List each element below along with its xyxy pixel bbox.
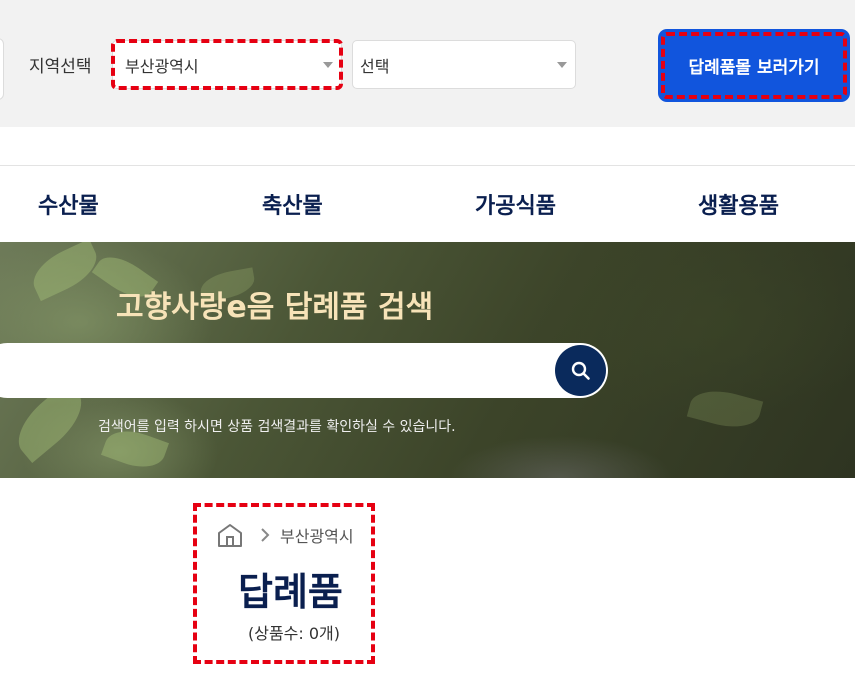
- search-button[interactable]: [555, 345, 606, 396]
- city-select[interactable]: 부산광역시: [111, 39, 343, 90]
- category-processed-food[interactable]: 가공식품: [475, 188, 556, 220]
- category-household[interactable]: 생활용품: [698, 188, 779, 220]
- breadcrumb-region[interactable]: 부산광역시: [280, 523, 354, 547]
- caret-down-icon: [557, 62, 567, 68]
- search-input[interactable]: [0, 343, 608, 398]
- region-select-bar: 지역선택 부산광역시 선택 답례품몰 보러가기: [0, 0, 855, 127]
- search-hint: 검색어를 입력 하시면 상품 검색결과를 확인하실 수 있습니다.: [98, 419, 456, 435]
- chevron-right-icon: [261, 528, 270, 542]
- district-select-value: 선택: [360, 56, 390, 76]
- region-select-label: 지역선택: [29, 57, 92, 77]
- category-livestock[interactable]: 축산물: [262, 188, 323, 220]
- district-select[interactable]: 선택: [352, 40, 576, 89]
- home-icon[interactable]: [216, 522, 244, 548]
- caret-down-icon: [323, 62, 333, 68]
- city-select-value: 부산광역시: [125, 56, 199, 76]
- leaf-decoration: [686, 383, 764, 435]
- product-count: (상품수: 0개): [248, 624, 341, 643]
- breadcrumb: 부산광역시: [216, 522, 354, 548]
- page-title: 답례품: [238, 570, 343, 614]
- left-edge-control[interactable]: [0, 38, 4, 100]
- category-seafood[interactable]: 수산물: [38, 188, 99, 220]
- category-nav: 수산물 축산물 가공식품 생활용품: [0, 165, 855, 242]
- search-hero: 고향사랑e음 답례품 검색 검색어를 입력 하시면 상품 검색결과를 확인하실 …: [0, 242, 855, 478]
- search-icon: [571, 361, 590, 380]
- goto-gift-mall-button[interactable]: 답례품몰 보러가기: [658, 29, 850, 102]
- hero-title: 고향사랑e음 답례품 검색: [116, 290, 434, 325]
